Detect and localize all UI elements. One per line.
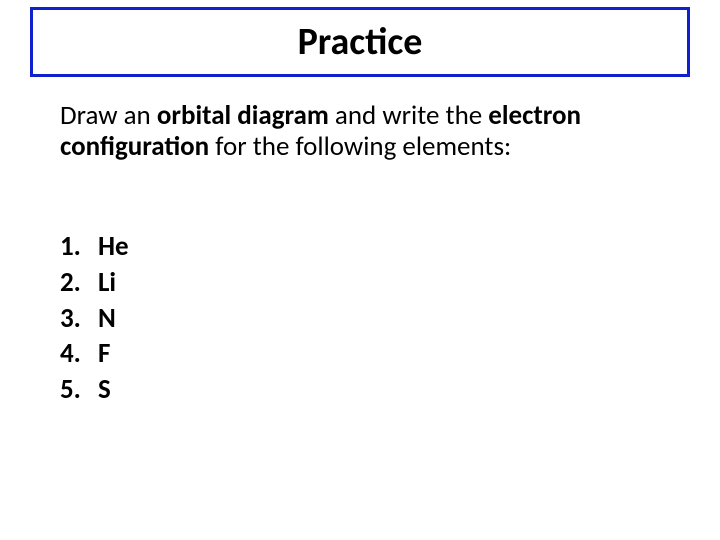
- list-number: 2.: [60, 266, 98, 300]
- list-label: N: [98, 302, 116, 336]
- list-number: 5.: [60, 373, 98, 407]
- instruction-pre1: Draw an: [60, 99, 157, 132]
- list-label: F: [98, 337, 110, 371]
- list-item: 4. F: [60, 337, 129, 371]
- list-item: 2. Li: [60, 266, 129, 300]
- list-item: 1. He: [60, 230, 129, 264]
- instruction-text: Draw an orbital diagram and write the el…: [60, 100, 680, 162]
- slide-title: Practice: [298, 19, 423, 65]
- title-box: Practice: [30, 7, 690, 77]
- element-list: 1. He 2. Li 3. N 4. F 5. S: [60, 230, 129, 409]
- list-label: Li: [98, 266, 116, 300]
- instruction-mid: and write the: [329, 99, 488, 132]
- instruction-bold1: orbital diagram: [157, 99, 329, 132]
- list-number: 1.: [60, 230, 98, 264]
- list-item: 3. N: [60, 302, 129, 336]
- list-number: 4.: [60, 337, 98, 371]
- list-number: 3.: [60, 302, 98, 336]
- list-label: S: [98, 373, 111, 407]
- list-item: 5. S: [60, 373, 129, 407]
- instruction-post: for the following elements:: [209, 130, 511, 163]
- list-label: He: [98, 230, 129, 264]
